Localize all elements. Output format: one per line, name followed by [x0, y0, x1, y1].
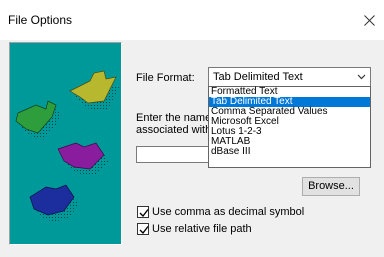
puzzle-piece-icon: [57, 142, 109, 176]
comma-decimal-label[interactable]: Use comma as decimal symbol: [152, 206, 304, 218]
browse-button[interactable]: Browse...: [302, 177, 360, 196]
instructions-line-2: associated with t: [136, 124, 218, 136]
file-format-dropdown-list[interactable]: Formatted Text Tab Delimited Text Comma …: [208, 86, 371, 168]
decorative-image-panel: [9, 42, 122, 245]
checkmark-icon: [139, 226, 149, 235]
file-format-label: File Format:: [136, 72, 195, 84]
close-icon: [363, 14, 375, 26]
relative-path-checkbox[interactable]: [137, 223, 149, 235]
title-bar: File Options: [0, 0, 384, 40]
checkmark-icon: [139, 209, 149, 218]
comma-decimal-checkbox[interactable]: [137, 206, 149, 218]
relative-path-label[interactable]: Use relative file path: [152, 223, 252, 235]
puzzle-piece-icon: [69, 70, 120, 111]
chevron-down-icon: [357, 74, 366, 80]
puzzle-piece-icon: [29, 184, 79, 222]
filename-input[interactable]: [136, 146, 210, 163]
file-format-select[interactable]: Tab Delimited Text: [208, 67, 371, 87]
dropdown-option[interactable]: dBase III: [209, 147, 370, 157]
file-options-dialog: File Options File Format: Tab Delimited …: [0, 0, 384, 257]
puzzle-piece-icon: [15, 100, 61, 140]
close-button[interactable]: [354, 5, 384, 35]
file-format-value: Tab Delimited Text: [213, 71, 303, 83]
window-title: File Options: [8, 13, 73, 27]
